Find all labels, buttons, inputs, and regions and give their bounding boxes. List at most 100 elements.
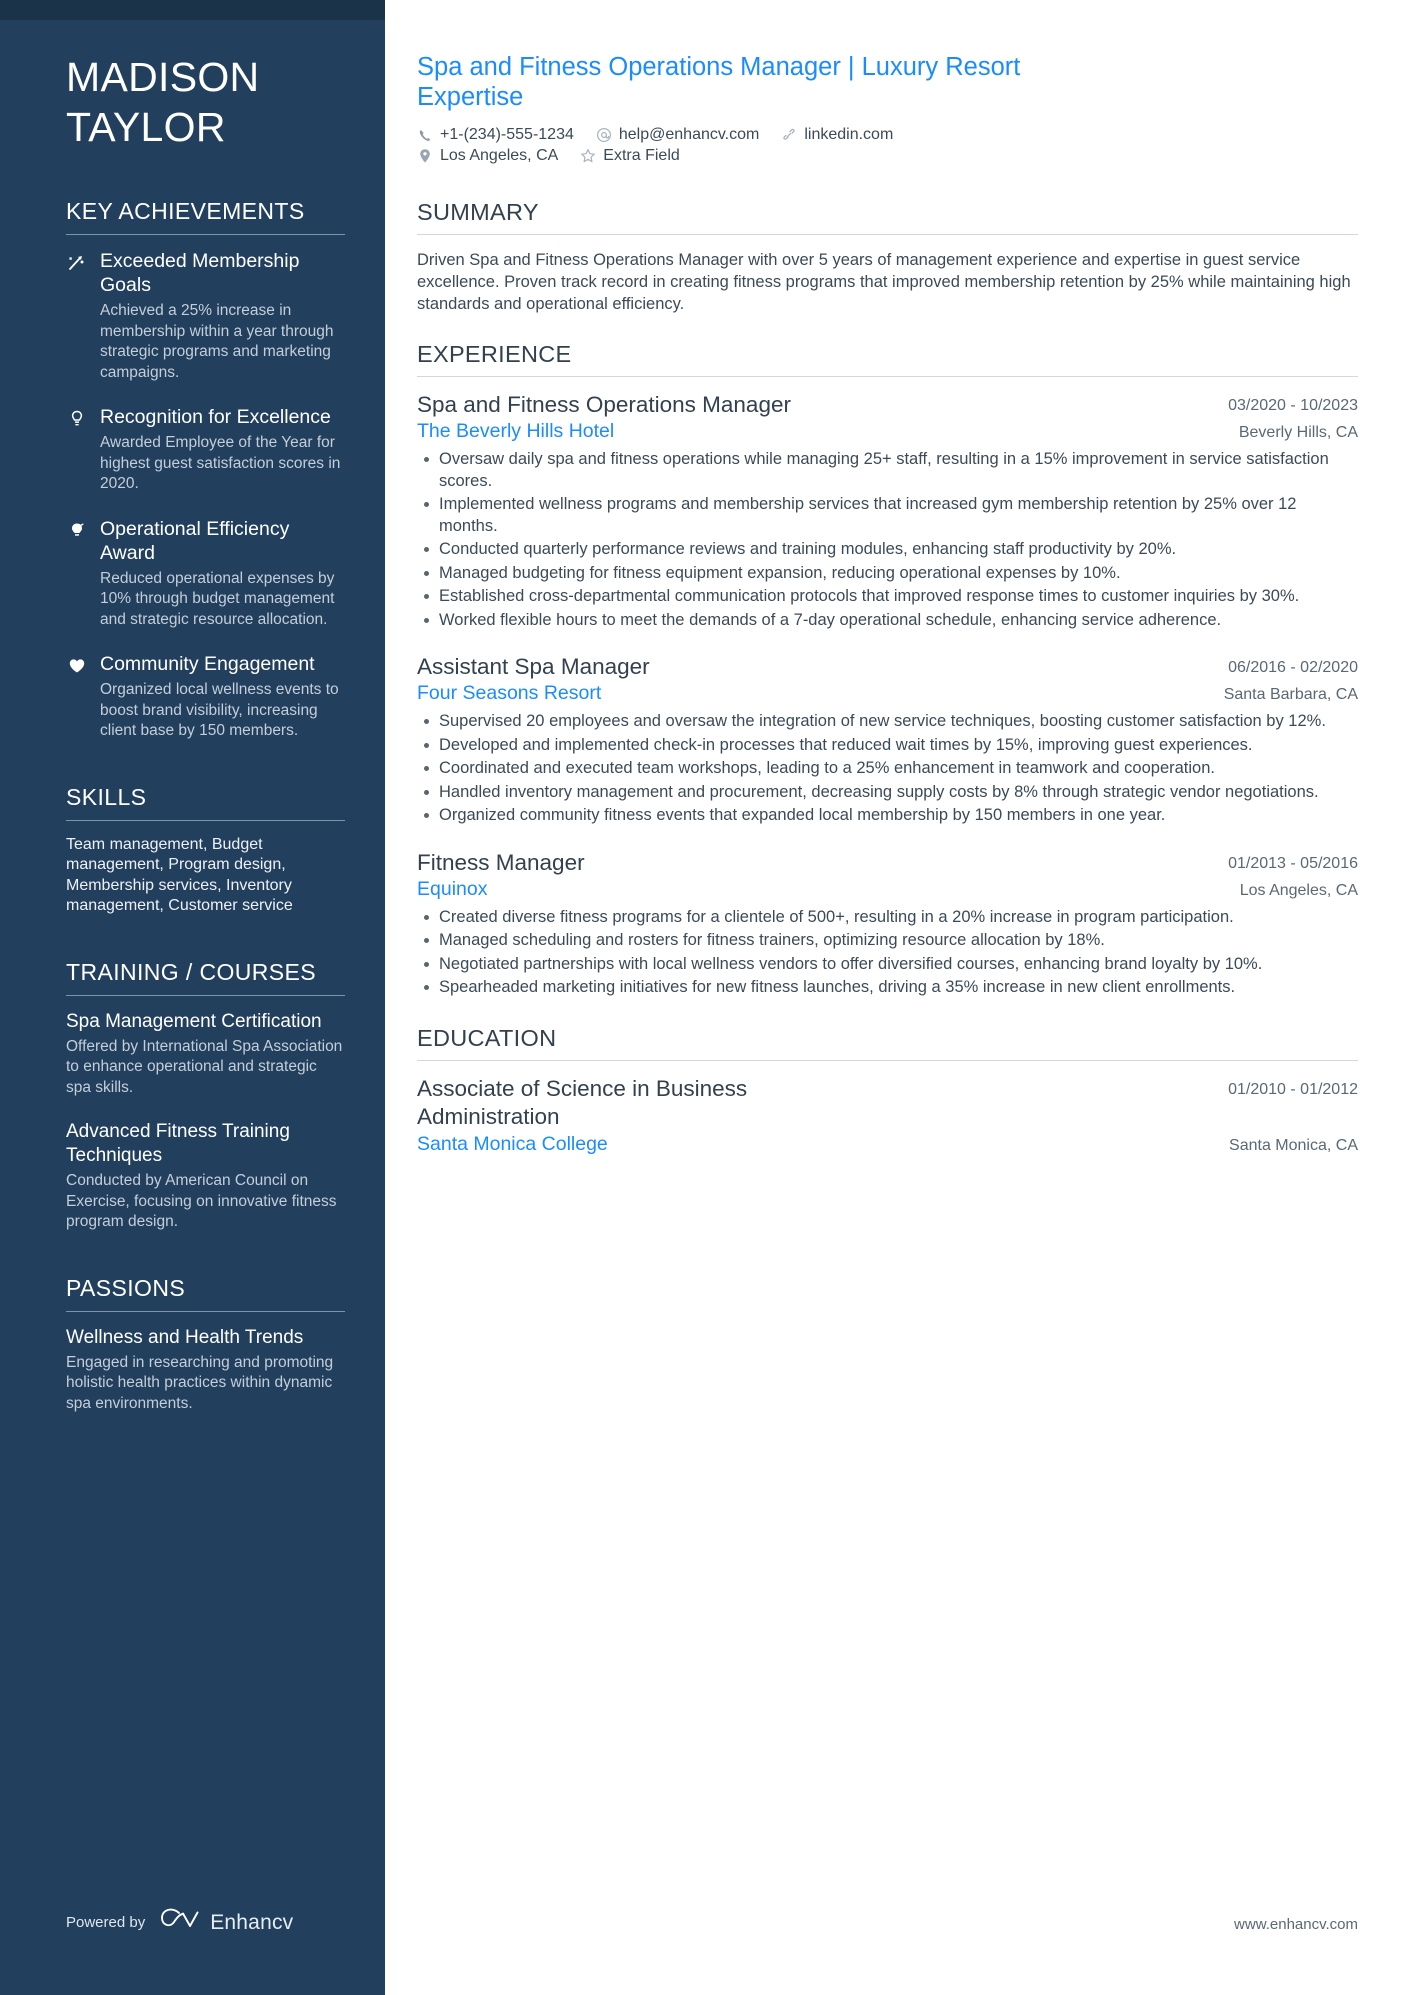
education-entry: Associate of Science in Business Adminis… (417, 1075, 1358, 1156)
course-title: Spa Management Certification (66, 1010, 322, 1032)
achievement-description: Awarded Employee of the Year for highest… (100, 434, 341, 492)
sidebar: MADISON TAYLOR KEY ACHIEVEMENTS Exceeded… (0, 0, 385, 1995)
divider (417, 234, 1358, 235)
contact-phone-value: +1-(234)-555-1234 (440, 126, 574, 143)
job-date: 06/2016 - 02/2020 (1228, 659, 1358, 676)
job-company[interactable]: The Beverly Hills Hotel (417, 420, 614, 443)
contact-extra-field-value: Extra Field (603, 147, 680, 164)
job-bullet: Handled inventory management and procure… (417, 782, 1358, 804)
main-content: Spa and Fitness Operations Manager | Lux… (385, 0, 1410, 1995)
course-item: Spa Management Certification Offered by … (66, 1010, 345, 1099)
job-location: Los Angeles, CA (1239, 881, 1358, 899)
job-title: Fitness Manager (417, 849, 585, 875)
achievement-title: Operational Efficiency Award (100, 517, 290, 564)
job-bullet: Created diverse fitness programs for a c… (417, 907, 1358, 929)
degree-title: Associate of Science in Business Adminis… (417, 1075, 748, 1129)
job-bullet: Conducted quarterly performance reviews … (417, 539, 1358, 561)
course-item: Advanced Fitness Training Techniques Con… (66, 1120, 345, 1233)
contact-location-value: Los Angeles, CA (440, 147, 559, 164)
job-bullet: Established cross-departmental communica… (417, 586, 1358, 608)
school-name[interactable]: Santa Monica College (417, 1133, 608, 1156)
enhancv-logo-icon (159, 1908, 201, 1937)
skills-heading: SKILLS (66, 783, 147, 810)
divider (66, 819, 345, 821)
job-company[interactable]: Equinox (417, 878, 487, 901)
star-icon (580, 148, 596, 164)
contact-linkedin-value: linkedin.com (804, 126, 894, 143)
job-bullets: Supervised 20 employees and oversaw the … (417, 711, 1358, 827)
achievement-item: Recognition for Excellence Awarded Emplo… (66, 405, 345, 495)
job-title: Assistant Spa Manager (417, 654, 650, 679)
achievement-item: Exceeded Membership Goals Achieved a 25%… (66, 249, 345, 383)
section-experience: EXPERIENCE Spa and Fitness Operations Ma… (417, 341, 1358, 999)
key-achievements-heading: KEY ACHIEVEMENTS (66, 198, 305, 224)
achievement-title: Recognition for Excellence (100, 406, 331, 428)
section-skills: SKILLS Team management, Budget managemen… (66, 784, 345, 917)
section-key-achievements: KEY ACHIEVEMENTS Exceeded Membership Goa… (66, 198, 345, 742)
achievement-description: Organized local wellness events to boost… (100, 681, 339, 739)
divider (417, 376, 1358, 377)
job-location: Santa Barbara, CA (1223, 686, 1358, 703)
achievement-title: Exceeded Membership Goals (100, 250, 300, 296)
lightbulb-filled-icon (66, 517, 88, 631)
job-bullet: Oversaw daily spa and fitness operations… (417, 449, 1358, 492)
job-bullet: Worked flexible hours to meet the demand… (417, 610, 1358, 632)
job-company[interactable]: Four Seasons Resort (417, 682, 601, 705)
divider (66, 234, 345, 235)
achievement-item: Community Engagement Organized local wel… (66, 652, 345, 742)
job-bullet: Implemented wellness programs and member… (417, 494, 1358, 537)
summary-heading: SUMMARY (417, 199, 539, 225)
sidebar-top-strip (0, 0, 385, 20)
skills-list: Team management, Budget management, Prog… (66, 835, 293, 915)
name-first: MADISON (66, 54, 260, 100)
contact-row-primary: +1-(234)-555-1234 help@enhancv.com linke… (417, 126, 1358, 144)
degree-date: 01/2010 - 01/2012 (1228, 1080, 1358, 1098)
job-bullet: Managed scheduling and rosters for fitne… (417, 930, 1358, 952)
contact-row-secondary: Los Angeles, CA Extra Field (417, 147, 1358, 165)
contact-email-value: help@enhancv.com (618, 126, 760, 143)
experience-entry: Assistant Spa Manager 06/2016 - 02/2020 … (417, 653, 1358, 827)
resume-page: MADISON TAYLOR KEY ACHIEVEMENTS Exceeded… (0, 0, 1410, 1995)
section-passions: PASSIONS Wellness and Health Trends Enga… (66, 1275, 345, 1415)
job-bullet: Managed budgeting for fitness equipment … (417, 563, 1358, 585)
link-icon (781, 127, 797, 143)
contact-phone[interactable]: +1-(234)-555-1234 (417, 126, 574, 144)
achievement-description: Reduced operational expenses by 10% thro… (100, 569, 335, 628)
job-bullets: Oversaw daily spa and fitness operations… (417, 449, 1358, 631)
achievement-description: Achieved a 25% increase in membership wi… (100, 302, 334, 381)
job-date: 03/2020 - 10/2023 (1228, 397, 1358, 414)
candidate-name: MADISON TAYLOR (66, 0, 345, 152)
job-location: Beverly Hills, CA (1238, 424, 1358, 441)
job-bullet: Negotiated partnerships with local welln… (417, 954, 1358, 976)
heart-icon (66, 652, 88, 742)
contact-extra-field: Extra Field (580, 147, 680, 165)
school-location: Santa Monica, CA (1229, 1136, 1358, 1154)
contact-email[interactable]: help@enhancv.com (596, 126, 759, 144)
passion-item: Wellness and Health Trends Engaged in re… (66, 1326, 345, 1415)
divider (66, 1310, 345, 1312)
powered-by-enhancv: Powered by Enhancv (66, 1908, 293, 1937)
course-title: Advanced Fitness Training Techniques (66, 1121, 290, 1166)
job-bullet: Spearheaded marketing initiatives for ne… (417, 977, 1358, 999)
achievement-title: Community Engagement (100, 653, 315, 675)
course-description: Offered by International Spa Association… (66, 1037, 343, 1096)
powered-by-label: Powered by (66, 1914, 146, 1931)
contact-info: +1-(234)-555-1234 help@enhancv.com linke… (417, 126, 1358, 165)
enhancv-brand: Enhancv (159, 1908, 293, 1937)
passion-description: Engaged in researching and promoting hol… (66, 1353, 334, 1412)
job-bullet: Supervised 20 employees and oversaw the … (417, 711, 1358, 733)
lightbulb-outline-icon (66, 405, 88, 495)
experience-entry: Spa and Fitness Operations Manager 03/20… (417, 391, 1358, 631)
job-bullets: Created diverse fitness programs for a c… (417, 907, 1358, 999)
contact-linkedin[interactable]: linkedin.com (781, 126, 893, 144)
education-heading: EDUCATION (417, 1024, 557, 1051)
enhancv-wordmark: Enhancv (210, 1910, 294, 1934)
contact-location: Los Angeles, CA (417, 147, 558, 165)
passion-title: Wellness and Health Trends (66, 1326, 304, 1348)
experience-heading: EXPERIENCE (417, 341, 572, 367)
name-last: TAYLOR (66, 104, 226, 150)
passions-heading: PASSIONS (66, 1274, 186, 1301)
job-title: Spa and Fitness Operations Manager (417, 392, 791, 417)
job-date: 01/2013 - 05/2016 (1228, 854, 1358, 872)
divider (417, 1059, 1358, 1061)
